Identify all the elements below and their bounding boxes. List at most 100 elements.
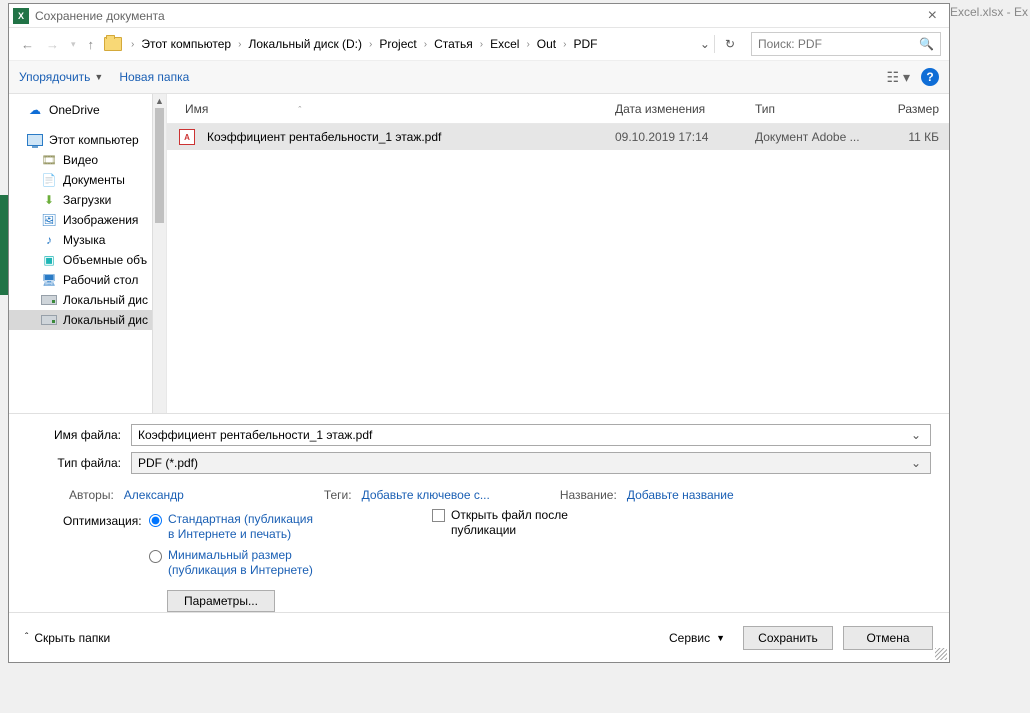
save-form: Имя файла: ⌄ Тип файла: PDF (*.pdf) ⌄ Ав…	[9, 413, 949, 612]
sort-indicator-icon: ˆ	[298, 105, 301, 115]
sidebar-downloads[interactable]: ⬇Загрузки	[9, 190, 166, 210]
file-type-cell: Документ Adobe ...	[749, 130, 889, 144]
drive-icon	[41, 313, 57, 327]
sidebar-onedrive[interactable]: ☁ OneDrive	[9, 100, 166, 120]
breadcrumb-item[interactable]: Project	[379, 37, 416, 51]
excel-ribbon-strip	[0, 195, 8, 295]
breadcrumb-item[interactable]: PDF	[573, 37, 597, 51]
sidebar-music[interactable]: ♪Музыка	[9, 230, 166, 250]
sidebar-documents[interactable]: 📄Документы	[9, 170, 166, 190]
breadcrumb-item[interactable]: Excel	[490, 37, 519, 51]
opt-standard-radio[interactable]: Стандартная (публикация в Интернете и пе…	[149, 512, 318, 542]
close-button[interactable]: ×	[920, 7, 945, 25]
column-headers: Имяˆ Дата изменения Тип Размер	[167, 94, 949, 124]
chevron-up-icon: ˆ	[25, 632, 28, 643]
sidebar-scrollbar[interactable]: ▲	[152, 94, 166, 413]
desktop-icon: 🖥	[41, 273, 57, 287]
drive-icon	[41, 293, 57, 307]
address-dropdown[interactable]: ⌄	[696, 37, 714, 51]
breadcrumb-separator: ›	[131, 39, 134, 50]
opt-minimal-radio[interactable]: Минимальный размер (публикация в Интерне…	[149, 548, 318, 578]
sidebar-local-disk-1[interactable]: Локальный дис	[9, 290, 166, 310]
new-folder-button[interactable]: Новая папка	[119, 70, 189, 84]
resize-grip[interactable]	[935, 648, 947, 660]
open-after-checkbox[interactable]: Открыть файл после публикации	[432, 508, 591, 538]
checkbox-icon[interactable]	[432, 509, 445, 522]
chevron-down-icon: ▼	[716, 633, 725, 643]
service-button[interactable]: Сервис ▼	[661, 628, 733, 648]
nav-up-button[interactable]: ↑	[84, 35, 99, 54]
sidebar-videos[interactable]: 🎞Видео	[9, 150, 166, 170]
sidebar-local-disk-2[interactable]: Локальный дис	[9, 310, 166, 330]
folder-icon	[104, 37, 122, 51]
downloads-icon: ⬇	[41, 193, 57, 207]
sidebar-desktop[interactable]: 🖥Рабочий стол	[9, 270, 166, 290]
refresh-button[interactable]: ↻	[719, 35, 741, 53]
excel-app-icon: X	[13, 8, 29, 24]
parameters-button[interactable]: Параметры...	[167, 590, 275, 612]
music-icon: ♪	[41, 233, 57, 247]
toolbar: Упорядочить ▼ Новая папка ☷ ▾ ?	[9, 60, 949, 94]
search-icon[interactable]: 🔍	[919, 37, 934, 51]
col-header-name[interactable]: Имяˆ	[179, 102, 609, 116]
chevron-down-icon[interactable]: ⌄	[908, 456, 924, 470]
nav-back-button[interactable]: ←	[17, 35, 38, 54]
address-bar: ← → ▾ ↑ › Этот компьютер › Локальный дис…	[9, 28, 949, 60]
filename-combo[interactable]: ⌄	[131, 424, 931, 446]
breadcrumb-item[interactable]: Локальный диск (D:)	[248, 37, 362, 51]
pdf-file-icon: A	[179, 129, 195, 145]
tags-label: Теги:	[324, 488, 352, 502]
nav-recent-button[interactable]: ▾	[67, 37, 80, 52]
titlebar: X Сохранение документа ×	[9, 4, 949, 28]
filetype-value: PDF (*.pdf)	[138, 456, 198, 470]
scroll-up-icon[interactable]: ▲	[153, 94, 166, 108]
organize-button[interactable]: Упорядочить ▼	[19, 70, 103, 84]
cube-icon: ▣	[41, 253, 57, 267]
breadcrumb-item[interactable]: Out	[537, 37, 556, 51]
background-window-title: Excel.xlsx - Ex	[950, 5, 1028, 19]
breadcrumb-item[interactable]: Этот компьютер	[141, 37, 231, 51]
dialog-title: Сохранение документа	[35, 9, 920, 23]
sidebar-this-pc[interactable]: Этот компьютер	[9, 130, 166, 150]
documents-icon: 📄	[41, 173, 57, 187]
cancel-button[interactable]: Отмена	[843, 626, 933, 650]
file-list-pane: Имяˆ Дата изменения Тип Размер A Коэффиц…	[167, 94, 949, 413]
pictures-icon: 🖼	[41, 213, 57, 227]
search-input[interactable]	[758, 37, 919, 51]
scroll-thumb[interactable]	[155, 108, 164, 223]
cloud-icon: ☁	[27, 103, 43, 117]
filetype-label: Тип файла:	[27, 456, 131, 470]
chevron-down-icon: ▼	[94, 72, 103, 82]
dialog-footer: ˆ Скрыть папки Сервис ▼ Сохранить Отмена	[9, 612, 949, 662]
file-row[interactable]: A Коэффициент рентабельности_1 этаж.pdf …	[167, 124, 949, 150]
filename-label: Имя файла:	[27, 428, 131, 442]
sidebar-3d-objects[interactable]: ▣Объемные объ	[9, 250, 166, 270]
video-icon: 🎞	[41, 153, 57, 167]
save-dialog: X Сохранение документа × ← → ▾ ↑ › Этот …	[8, 3, 950, 663]
file-name-cell: Коэффициент рентабельности_1 этаж.pdf	[201, 130, 609, 144]
sidebar-pictures[interactable]: 🖼Изображения	[9, 210, 166, 230]
filename-input[interactable]	[138, 428, 908, 442]
search-box[interactable]: 🔍	[751, 32, 941, 56]
title-value[interactable]: Добавьте название	[627, 488, 734, 502]
save-button[interactable]: Сохранить	[743, 626, 833, 650]
title-label: Название:	[560, 488, 617, 502]
help-button[interactable]: ?	[921, 68, 939, 86]
col-header-size[interactable]: Размер	[889, 102, 949, 116]
authors-value[interactable]: Александр	[124, 488, 184, 502]
tags-value[interactable]: Добавьте ключевое с...	[362, 488, 490, 502]
col-header-date[interactable]: Дата изменения	[609, 102, 749, 116]
col-header-type[interactable]: Тип	[749, 102, 889, 116]
pc-icon	[27, 133, 43, 147]
hide-folders-button[interactable]: ˆ Скрыть папки	[25, 631, 110, 645]
authors-label: Авторы:	[69, 488, 114, 502]
view-options-button[interactable]: ☷ ▾	[884, 66, 913, 89]
navigation-sidebar: ☁ OneDrive Этот компьютер 🎞Видео 📄Докуме…	[9, 94, 167, 413]
filetype-combo[interactable]: PDF (*.pdf) ⌄	[131, 452, 931, 474]
chevron-down-icon[interactable]: ⌄	[908, 428, 924, 442]
nav-forward-button[interactable]: →	[42, 35, 63, 54]
file-size-cell: 11 КБ	[889, 130, 949, 144]
file-date-cell: 09.10.2019 17:14	[609, 130, 749, 144]
breadcrumb-item[interactable]: Статья	[434, 37, 473, 51]
optimization-label: Оптимизация:	[63, 512, 149, 528]
